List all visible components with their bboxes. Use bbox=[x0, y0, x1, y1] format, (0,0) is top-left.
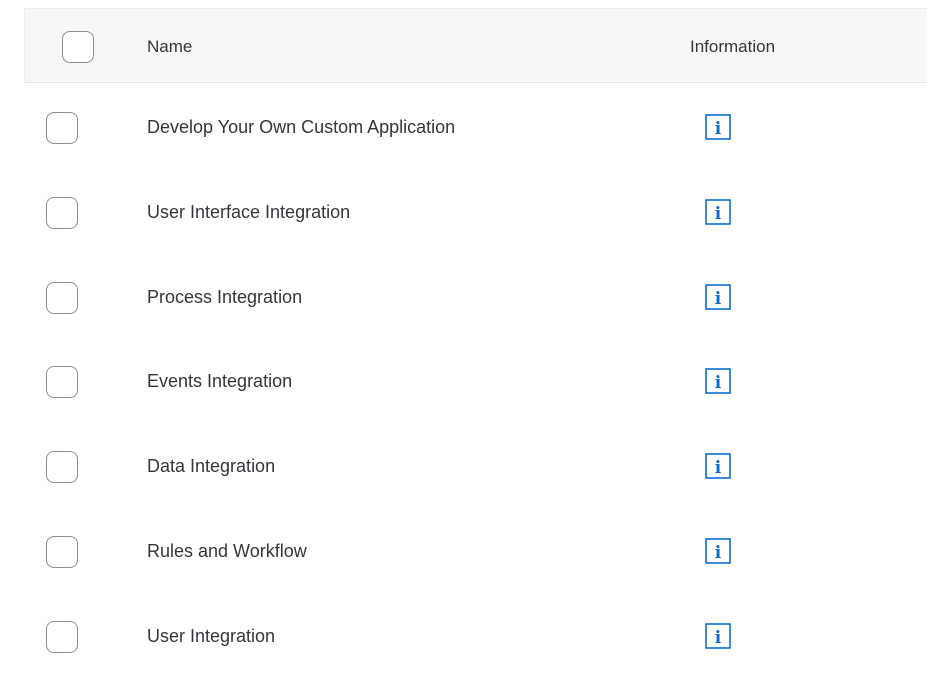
svg-text:i: i bbox=[715, 204, 722, 224]
table-row[interactable]: Data Integration i bbox=[0, 424, 927, 509]
name-column-header: Name bbox=[147, 37, 193, 56]
row-name: User Integration bbox=[147, 626, 276, 646]
row-checkbox[interactable] bbox=[46, 536, 78, 568]
row-checkbox[interactable] bbox=[46, 366, 78, 398]
information-column-header: Information bbox=[690, 37, 776, 56]
row-name: Develop Your Own Custom Application bbox=[147, 117, 456, 137]
row-name: Process Integration bbox=[147, 287, 303, 307]
row-checkbox[interactable] bbox=[46, 197, 78, 229]
svg-text:i: i bbox=[715, 373, 722, 393]
info-icon[interactable]: i bbox=[705, 368, 731, 394]
info-icon[interactable]: i bbox=[705, 199, 731, 225]
row-checkbox[interactable] bbox=[46, 282, 78, 314]
info-icon[interactable]: i bbox=[705, 284, 731, 310]
row-name: Data Integration bbox=[147, 456, 276, 476]
table-row[interactable]: User Interface Integration i bbox=[0, 170, 927, 255]
svg-text:i: i bbox=[715, 119, 722, 139]
info-icon[interactable]: i bbox=[705, 114, 731, 140]
info-icon[interactable]: i bbox=[705, 453, 731, 479]
table-row[interactable]: Rules and Workflow i bbox=[0, 509, 927, 594]
select-all-checkbox[interactable] bbox=[62, 31, 94, 63]
svg-text:i: i bbox=[715, 543, 722, 563]
selection-table: Name Information Develop Your Own Custom… bbox=[0, 0, 927, 674]
table-row[interactable]: Events Integration i bbox=[0, 339, 927, 424]
table-row[interactable]: Develop Your Own Custom Application i bbox=[0, 85, 927, 170]
row-checkbox[interactable] bbox=[46, 112, 78, 144]
info-icon[interactable]: i bbox=[705, 538, 731, 564]
row-name: Events Integration bbox=[147, 371, 293, 391]
row-name: Rules and Workflow bbox=[147, 541, 307, 561]
table-header: Name Information bbox=[25, 8, 927, 83]
row-name: User Interface Integration bbox=[147, 202, 351, 222]
info-icon[interactable]: i bbox=[705, 623, 731, 649]
row-checkbox[interactable] bbox=[46, 451, 78, 483]
table-row[interactable]: User Integration i bbox=[0, 594, 927, 674]
svg-text:i: i bbox=[715, 458, 722, 478]
svg-text:i: i bbox=[715, 628, 722, 648]
row-checkbox[interactable] bbox=[46, 621, 78, 653]
table-row[interactable]: Process Integration i bbox=[0, 255, 927, 340]
svg-text:i: i bbox=[715, 289, 722, 309]
